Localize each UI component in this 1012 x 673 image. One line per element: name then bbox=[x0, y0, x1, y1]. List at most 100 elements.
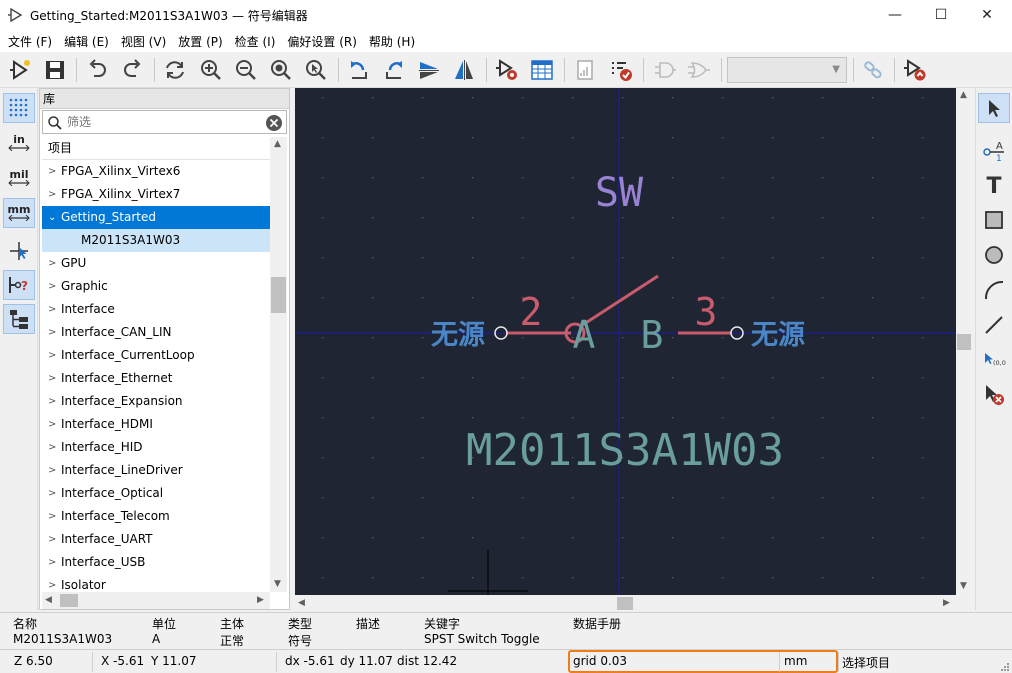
scroll-down-icon[interactable]: ▼ bbox=[960, 581, 967, 591]
maximize-button[interactable]: ☐ bbox=[918, 0, 964, 30]
menu-edit[interactable]: 编辑 (E) bbox=[58, 33, 115, 50]
chevron-right-icon[interactable]: > bbox=[48, 252, 56, 275]
delete-tool-button[interactable] bbox=[978, 380, 1010, 410]
library-tree-item[interactable]: > Interface_Optical bbox=[42, 482, 270, 505]
scroll-left-icon[interactable]: ◀ bbox=[45, 595, 52, 605]
units-mils-button[interactable]: mil bbox=[3, 163, 35, 193]
minimize-button[interactable]: — bbox=[872, 0, 918, 30]
add-text-button[interactable]: T bbox=[978, 170, 1010, 200]
library-tree-item[interactable]: > Interface_UART bbox=[42, 528, 270, 551]
add-line-button[interactable] bbox=[978, 310, 1010, 340]
zoom-out-button[interactable] bbox=[231, 55, 261, 85]
add-pin-button[interactable]: A1 bbox=[978, 135, 1010, 165]
library-tree-item[interactable]: > Interface_Telecom bbox=[42, 505, 270, 528]
library-tree-item[interactable]: > GPU bbox=[42, 252, 270, 275]
library-tree-item[interactable]: > Interface_Expansion bbox=[42, 390, 270, 413]
update-schematic-button[interactable] bbox=[900, 55, 930, 85]
unit-selector[interactable]: ▼ bbox=[727, 57, 847, 83]
library-tree-item[interactable]: > FPGA_Xilinx_Virtex7 bbox=[42, 183, 270, 206]
chevron-right-icon[interactable]: > bbox=[48, 390, 56, 413]
scroll-right-icon[interactable]: ▶ bbox=[943, 598, 950, 608]
menu-help[interactable]: 帮助 (H) bbox=[363, 33, 421, 50]
chevron-down-icon[interactable]: ⌄ bbox=[48, 206, 56, 229]
refresh-button[interactable] bbox=[160, 55, 190, 85]
chevron-right-icon[interactable]: > bbox=[48, 505, 56, 528]
toggle-grid-button[interactable] bbox=[3, 93, 35, 123]
zoom-fit-button[interactable] bbox=[266, 55, 296, 85]
library-filter-box[interactable] bbox=[42, 110, 287, 134]
pin-3-number[interactable]: 3 bbox=[695, 290, 718, 334]
library-tree-item[interactable]: > Isolator bbox=[42, 574, 270, 592]
datasheet-button[interactable] bbox=[570, 55, 600, 85]
scroll-down-icon[interactable]: ▼ bbox=[274, 579, 281, 589]
scrollbar-thumb[interactable] bbox=[957, 334, 971, 350]
chevron-right-icon[interactable]: > bbox=[48, 459, 56, 482]
rotate-ccw-button[interactable] bbox=[344, 55, 374, 85]
reference-designator[interactable]: SW bbox=[595, 170, 644, 216]
set-anchor-button[interactable]: (0,0) bbox=[978, 345, 1010, 375]
show-pin-electrical-type-button[interactable]: ? bbox=[3, 270, 35, 300]
de-morgan-standard-button[interactable] bbox=[650, 55, 680, 85]
pin-table-button[interactable] bbox=[527, 55, 557, 85]
add-rectangle-button[interactable] bbox=[978, 205, 1010, 235]
scroll-up-icon[interactable]: ▲ bbox=[274, 139, 281, 149]
scroll-up-icon[interactable]: ▲ bbox=[960, 90, 967, 100]
library-tree-item[interactable]: > Interface_Ethernet bbox=[42, 367, 270, 390]
undo-button[interactable] bbox=[82, 55, 112, 85]
library-horizontal-scrollbar[interactable]: ◀ ▶ bbox=[42, 592, 270, 609]
chevron-right-icon[interactable]: > bbox=[48, 367, 56, 390]
scroll-right-icon[interactable]: ▶ bbox=[257, 595, 264, 605]
scrollbar-thumb[interactable] bbox=[617, 597, 633, 610]
chevron-right-icon[interactable]: > bbox=[48, 275, 56, 298]
library-tree-item[interactable]: > Interface_LineDriver bbox=[42, 459, 270, 482]
select-tool-button[interactable] bbox=[978, 93, 1010, 123]
mirror-vertical-button[interactable] bbox=[414, 55, 444, 85]
pin-3-name[interactable]: B bbox=[641, 313, 664, 357]
library-tree-item[interactable]: > Interface_CurrentLoop bbox=[42, 344, 270, 367]
symbol-drawing[interactable]: SW 2 3 A B 无源 无源 M2011S3A1W03 bbox=[295, 88, 956, 595]
library-tree-item[interactable]: > FPGA_Xilinx_Virtex6 bbox=[42, 160, 270, 183]
library-tree-item[interactable]: > Interface_USB bbox=[42, 551, 270, 574]
chevron-right-icon[interactable]: > bbox=[48, 413, 56, 436]
chevron-right-icon[interactable]: > bbox=[48, 482, 56, 505]
chevron-right-icon[interactable]: > bbox=[48, 551, 56, 574]
canvas-vertical-scrollbar[interactable]: ▲ ▼ bbox=[956, 88, 972, 595]
library-tree-item[interactable]: > Graphic bbox=[42, 275, 270, 298]
units-mm-button[interactable]: mm bbox=[3, 198, 35, 228]
sync-pins-button[interactable] bbox=[858, 55, 888, 85]
units-inches-button[interactable]: in bbox=[3, 128, 35, 158]
pin-2-number[interactable]: 2 bbox=[520, 290, 543, 334]
add-arc-button[interactable] bbox=[978, 275, 1010, 305]
rotate-cw-button[interactable] bbox=[379, 55, 409, 85]
chevron-right-icon[interactable]: > bbox=[48, 436, 56, 459]
de-morgan-alternate-button[interactable] bbox=[684, 55, 714, 85]
zoom-selection-button[interactable] bbox=[301, 55, 331, 85]
menu-file[interactable]: 文件 (F) bbox=[2, 33, 58, 50]
check-symbol-button[interactable] bbox=[606, 55, 636, 85]
close-button[interactable]: ✕ bbox=[964, 0, 1010, 30]
menu-inspect[interactable]: 检查 (I) bbox=[229, 33, 282, 50]
library-tree-item-selected[interactable]: ⌄ Getting_Started bbox=[42, 206, 270, 229]
menu-preferences[interactable]: 偏好设置 (R) bbox=[281, 33, 363, 50]
chevron-right-icon[interactable]: > bbox=[48, 183, 56, 206]
library-tree-item[interactable]: > Interface_HDMI bbox=[42, 413, 270, 436]
symbol-canvas[interactable]: SW 2 3 A B 无源 无源 M2011S3A1W03 bbox=[295, 88, 956, 595]
menu-view[interactable]: 视图 (V) bbox=[115, 33, 172, 50]
chevron-right-icon[interactable]: > bbox=[48, 528, 56, 551]
symbol-properties-button[interactable] bbox=[492, 55, 522, 85]
scroll-left-icon[interactable]: ◀ bbox=[298, 598, 305, 608]
full-crosshair-button[interactable] bbox=[3, 236, 35, 266]
chevron-right-icon[interactable]: > bbox=[48, 298, 56, 321]
resize-grip-icon[interactable] bbox=[998, 660, 1010, 672]
toggle-tree-panel-button[interactable] bbox=[3, 304, 35, 334]
pin-2-name[interactable]: A bbox=[573, 313, 596, 357]
library-tree-item[interactable]: > Interface_CAN_LIN bbox=[42, 321, 270, 344]
scrollbar-thumb[interactable] bbox=[271, 277, 286, 313]
library-tree-item[interactable]: > Interface bbox=[42, 298, 270, 321]
mirror-horizontal-button[interactable] bbox=[449, 55, 479, 85]
library-tree-item[interactable]: > Interface_HID bbox=[42, 436, 270, 459]
symbol-value[interactable]: M2011S3A1W03 bbox=[466, 425, 784, 476]
chevron-right-icon[interactable]: > bbox=[48, 160, 56, 183]
add-circle-button[interactable] bbox=[978, 240, 1010, 270]
clear-filter-icon[interactable] bbox=[265, 114, 283, 132]
